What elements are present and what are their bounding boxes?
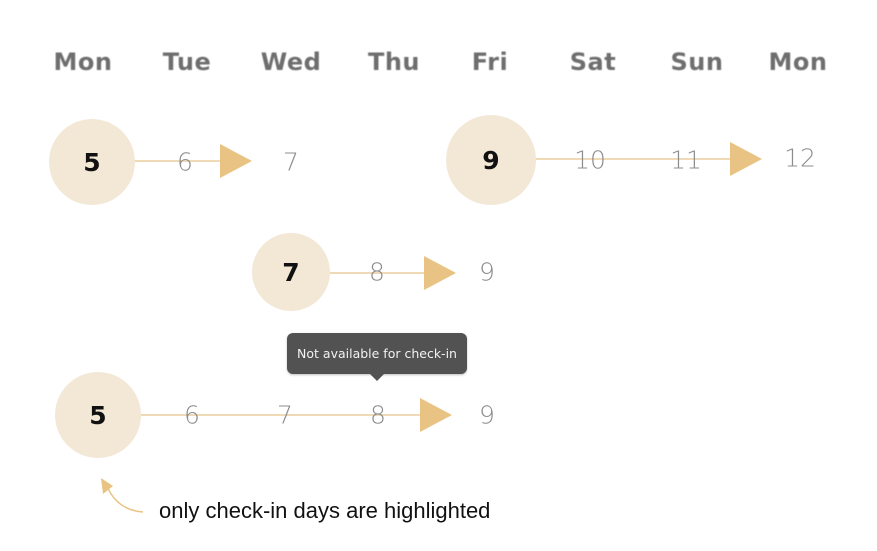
arrow-icon	[220, 144, 252, 178]
weekday-fri: Fri	[471, 48, 509, 76]
checkin-day[interactable]: 5	[55, 372, 141, 458]
checkout-day[interactable]: 12	[784, 144, 816, 173]
checkout-day[interactable]: 9	[479, 258, 495, 287]
weekday-thu: Thu	[367, 48, 421, 76]
range-line	[535, 158, 735, 160]
tooltip-text: Not available for check-in	[297, 346, 457, 361]
checkout-day[interactable]: 9	[479, 401, 495, 430]
weekday-mon-next: Mon	[768, 48, 828, 76]
tooltip-pointer	[370, 374, 384, 381]
arrow-icon	[730, 142, 762, 176]
checkin-day[interactable]: 5	[49, 119, 135, 205]
checkout-day[interactable]: 7	[283, 148, 299, 177]
tooltip: Not available for check-in	[287, 333, 467, 374]
annotation-note: only check-in days are highlighted	[159, 498, 491, 523]
range-day-hovered[interactable]: 8	[370, 401, 386, 430]
range-day[interactable]: 7	[277, 401, 293, 430]
weekday-wed: Wed	[260, 48, 322, 76]
weekday-mon: Mon	[53, 48, 113, 76]
weekday-sun: Sun	[670, 48, 724, 76]
range-day[interactable]: 6	[184, 401, 200, 430]
checkin-day[interactable]: 9	[446, 115, 536, 205]
weekday-sat: Sat	[569, 48, 617, 76]
range-day[interactable]: 8	[369, 258, 385, 287]
range-day[interactable]: 6	[177, 148, 193, 177]
curved-arrow-icon	[101, 478, 144, 513]
range-day[interactable]: 10	[574, 146, 606, 175]
range-day[interactable]: 11	[670, 146, 702, 175]
checkin-day[interactable]: 7	[252, 233, 330, 311]
arrow-icon	[424, 256, 456, 290]
weekday-tue: Tue	[162, 48, 212, 76]
arrow-icon	[420, 398, 452, 432]
